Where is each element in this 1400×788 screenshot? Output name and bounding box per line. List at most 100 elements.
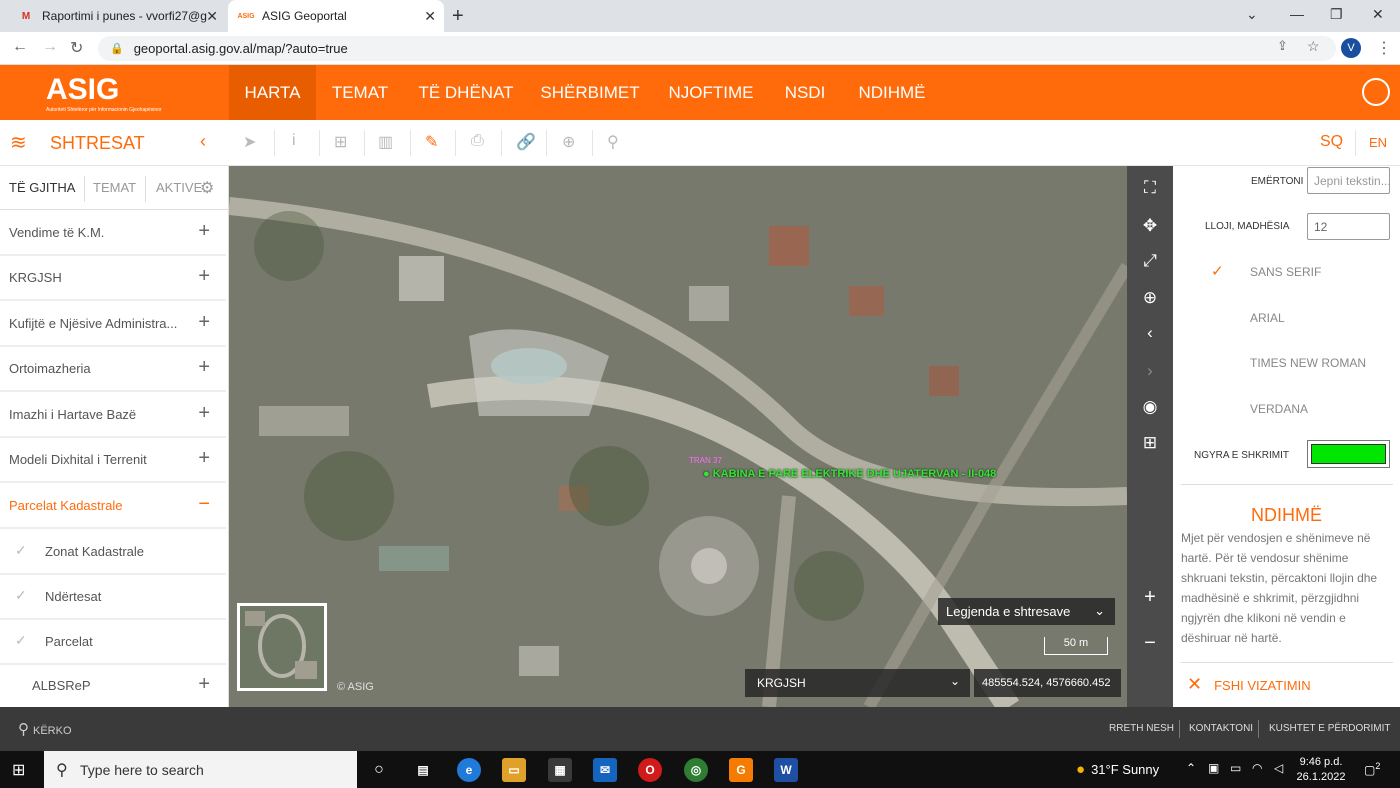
battery-icon[interactable]: ▭	[1230, 761, 1241, 775]
browser-tab-gmail[interactable]: M Raportimi i punes - vvorfi27@gm ✕	[8, 0, 226, 32]
grid-icon[interactable]: ⊞	[1127, 433, 1173, 453]
lang-en[interactable]: EN	[1369, 135, 1387, 150]
collapse-panel-chevron-icon[interactable]: ‹	[200, 131, 206, 152]
close-tab-icon[interactable]: ✕	[424, 8, 436, 25]
minimize-icon[interactable]: —	[1290, 6, 1304, 22]
app-orange-icon[interactable]: G	[729, 758, 753, 782]
expand-plus-icon[interactable]: +	[198, 311, 210, 334]
collapse-minus-icon[interactable]: −	[198, 493, 210, 516]
expand-plus-icon[interactable]: +	[198, 673, 210, 696]
layer-group-parcelat-kadastrale[interactable]: Parcelat Kadastrale −	[0, 484, 226, 529]
expand-plus-icon[interactable]: +	[198, 265, 210, 288]
profile-avatar[interactable]: V	[1341, 38, 1361, 58]
new-tab-icon[interactable]: +	[452, 5, 464, 28]
store-icon[interactable]: ▦	[548, 758, 572, 782]
font-option-arial[interactable]: ARIAL	[1250, 311, 1285, 325]
chrome-icon[interactable]: ◎	[684, 758, 708, 782]
tray-device-icon[interactable]: ▣	[1208, 761, 1219, 775]
map-feature-label[interactable]: ● KABINA E PARE ELEKTRIKE DHE UJATERVAN …	[703, 468, 996, 480]
draw-icon[interactable]: ✎	[425, 132, 438, 152]
close-tab-icon[interactable]: ✕	[206, 8, 218, 25]
layer-group-albsrep[interactable]: ALBSReP +	[0, 664, 226, 709]
word-icon[interactable]: W	[774, 758, 798, 782]
font-option-times-new-roman[interactable]: TIMES NEW ROMAN	[1250, 356, 1366, 370]
layer-group-modeli[interactable]: Modeli Dixhital i Terrenit +	[0, 438, 226, 483]
edge-icon[interactable]: e	[457, 758, 481, 782]
font-option-verdana[interactable]: VERDANA	[1250, 402, 1308, 416]
browser-menu-icon[interactable]: ⋮	[1376, 38, 1392, 58]
layer-ndertesat[interactable]: ✓ Ndërtesat	[0, 575, 226, 620]
taskbar-clock[interactable]: 9:46 p.d. 26.1.2022	[1296, 755, 1346, 785]
nav-te-dhenat[interactable]: TË DHËNAT	[408, 65, 524, 120]
url-field[interactable]: 🔒 geoportal.asig.gov.al/map/?auto=true	[98, 36, 1336, 61]
weather-widget[interactable]: ● 31°F Sunny	[1076, 761, 1159, 778]
layer-group-imazhi[interactable]: Imazhi i Hartave Bazë +	[0, 393, 226, 438]
expand-plus-icon[interactable]: +	[198, 220, 210, 243]
layer-parcelat[interactable]: ✓ Parcelat	[0, 620, 226, 665]
checkmark-icon[interactable]: ✓	[15, 632, 27, 649]
expand-plus-icon[interactable]: +	[198, 402, 210, 425]
font-size-input[interactable]: 12	[1307, 213, 1390, 240]
asig-logo[interactable]: ASIG	[46, 73, 119, 107]
nav-njoftime[interactable]: NJOFTIME	[658, 65, 764, 120]
layer-group-kufijte[interactable]: Kufijtë e Njësive Administra... +	[0, 302, 226, 347]
zoom-out-icon[interactable]: −	[1127, 632, 1173, 655]
basemap-icon[interactable]: ⛶	[1127, 178, 1173, 198]
pointer-icon[interactable]: ➤	[243, 132, 256, 152]
tab-te-gjitha[interactable]: TË GJITHA	[9, 180, 75, 195]
forward-icon[interactable]: →	[42, 38, 58, 56]
base-layer-select[interactable]: KRGJSH ⌄	[745, 669, 970, 697]
info-icon[interactable]: i	[292, 132, 296, 150]
layer-group-ortoimazheria[interactable]: Ortoimazheria +	[0, 347, 226, 392]
file-explorer-icon[interactable]: ▭	[502, 758, 526, 782]
map-canvas[interactable]: TRAN 37 ● KABINA E PARE ELEKTRIKE DHE UJ…	[229, 166, 1127, 707]
font-option-sans-serif[interactable]: SANS SERIF	[1250, 265, 1321, 279]
widgets-icon[interactable]: ▤	[411, 758, 435, 782]
layer-zonat-kadastrale[interactable]: ✓ Zonat Kadastrale	[0, 530, 226, 575]
plus-circle-icon[interactable]: ⊕	[562, 132, 575, 152]
wifi-icon[interactable]: ◠	[1252, 761, 1262, 775]
volume-icon[interactable]: ◁	[1274, 761, 1283, 775]
legend-dropdown[interactable]: Legjenda e shtresave ⌄	[938, 598, 1115, 625]
tab-search-icon[interactable]: ⌄	[1246, 6, 1258, 23]
chart-icon[interactable]: ▥	[378, 132, 393, 152]
footer-link-kontaktoni[interactable]: KONTAKTONI	[1189, 723, 1253, 734]
print-icon[interactable]: ⎙	[471, 132, 484, 150]
layer-group-vendime[interactable]: Vendime të K.M. +	[0, 211, 226, 256]
taskbar-search[interactable]: ⚲ Type here to search	[44, 751, 357, 788]
nav-sherbimet[interactable]: SHËRBIMET	[530, 65, 650, 120]
globe-icon[interactable]: ◉	[1127, 397, 1173, 417]
nav-nsdi[interactable]: NSDI	[776, 65, 834, 120]
previous-extent-icon[interactable]: ‹	[1127, 323, 1173, 343]
maximize-icon[interactable]: ❐	[1330, 6, 1343, 23]
notifications-icon[interactable]: ▢2	[1364, 761, 1380, 777]
add-icon[interactable]: ⊞	[334, 132, 347, 152]
expand-icon[interactable]: ⤢	[1127, 251, 1173, 271]
opera-icon[interactable]: O	[638, 758, 662, 782]
overview-minimap[interactable]	[237, 603, 327, 691]
text-color-picker[interactable]	[1307, 440, 1390, 468]
tab-aktive[interactable]: AKTIVE	[156, 180, 202, 195]
settings-gear-icon[interactable]: ⚙	[200, 178, 214, 198]
checkmark-icon[interactable]: ✓	[15, 542, 27, 559]
nav-harta[interactable]: HARTA	[229, 65, 316, 120]
nav-ndihme[interactable]: NDIHMË	[848, 65, 936, 120]
expand-plus-icon[interactable]: +	[198, 447, 210, 470]
tab-temat[interactable]: TEMAT	[93, 180, 136, 195]
footer-link-kushtet[interactable]: KUSHTET E PËRDORIMIT	[1269, 723, 1391, 734]
bookmark-star-icon[interactable]: ☆	[1307, 38, 1320, 55]
windows-start-icon[interactable]: ⊞	[12, 760, 25, 780]
tray-chevron-up-icon[interactable]: ⌃	[1186, 761, 1196, 775]
layer-group-krgjsh[interactable]: KRGJSH +	[0, 256, 226, 301]
expand-plus-icon[interactable]: +	[198, 356, 210, 379]
mail-icon[interactable]: ✉	[593, 758, 617, 782]
zoom-in-icon[interactable]: +	[1127, 586, 1173, 609]
zoom-extent-icon[interactable]: ⊕	[1127, 288, 1173, 308]
next-extent-icon[interactable]: ›	[1127, 361, 1173, 381]
footer-link-rreth-nesh[interactable]: RRETH NESH	[1109, 723, 1174, 734]
nav-temat[interactable]: TEMAT	[318, 65, 402, 120]
footer-search[interactable]: ⚲ KËRKO	[18, 720, 72, 738]
browser-tab-geoportal[interactable]: ASIG ASIG Geoportal ✕	[228, 0, 444, 32]
back-icon[interactable]: ←	[12, 38, 28, 56]
delete-drawing-button[interactable]: ✕ FSHI VIZATIMIN	[1187, 674, 1311, 695]
